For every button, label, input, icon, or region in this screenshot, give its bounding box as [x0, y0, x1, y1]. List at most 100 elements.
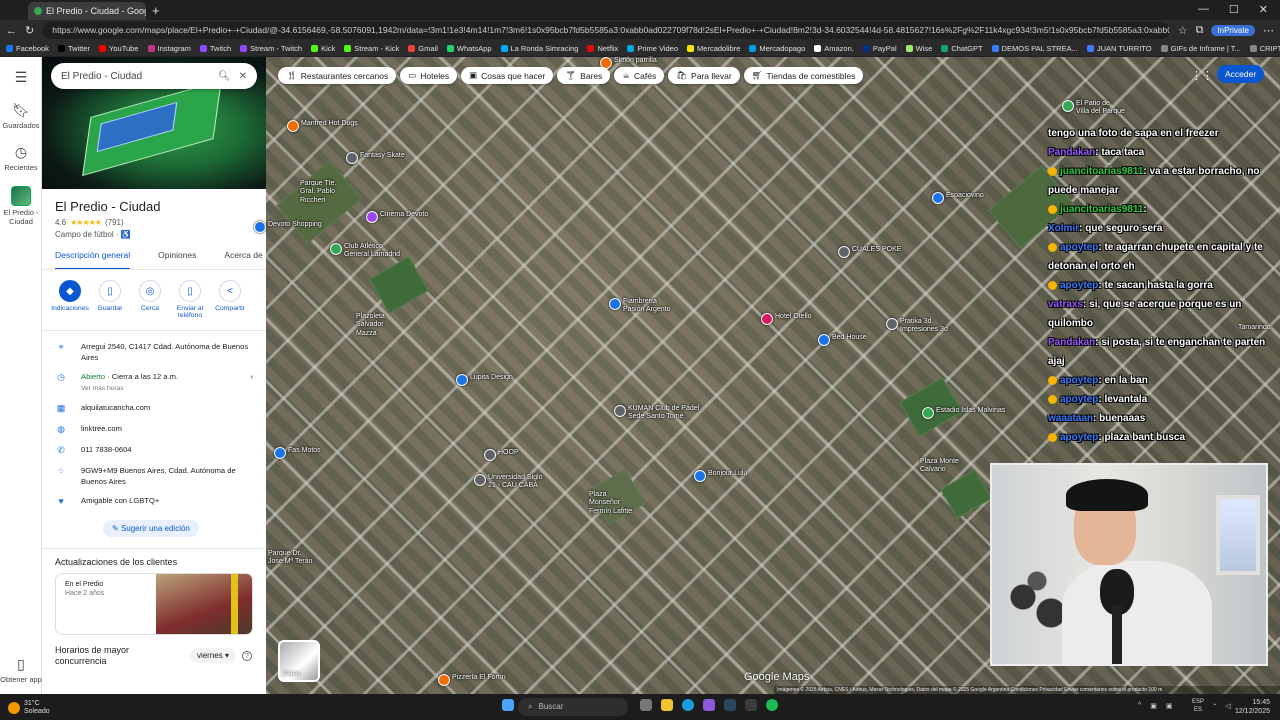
volume-icon[interactable]: ◁	[1225, 702, 1230, 710]
map-label-espaciovino[interactable]: Espaciovino	[946, 192, 984, 200]
otello-pin-icon[interactable]	[761, 313, 773, 325]
more-hours-link[interactable]: Ver más horas	[81, 385, 124, 392]
bookmark-item[interactable]: WhatsApp	[446, 44, 492, 53]
map-label-devoto[interactable]: Devoto Shopping	[268, 221, 322, 229]
map-label-bonjour[interactable]: Bonjour Lulú	[708, 470, 747, 478]
category-chip[interactable]: ☕︎ Cafés	[614, 67, 665, 84]
map-label-terreros[interactable]: Parque Dr. Jose Mª Terán	[268, 550, 312, 567]
category-chip[interactable]: 🛒︎ Tiendas de comestibles	[743, 67, 864, 84]
manfred-pin-icon[interactable]	[287, 120, 299, 132]
maximize-icon[interactable]: ☐	[1229, 3, 1239, 16]
bookmark-item[interactable]: PayPal	[862, 44, 897, 53]
clock[interactable]: 15:45 12/12/2025	[1235, 698, 1270, 716]
espaciovino-pin-icon[interactable]	[932, 192, 944, 204]
review-count[interactable]: (791)	[105, 218, 124, 227]
lupita-pin-icon[interactable]	[456, 374, 468, 386]
discord-icon[interactable]	[703, 699, 715, 711]
browser-tab[interactable]: El Predio - Ciudad - Google Maps ✕	[28, 2, 146, 20]
help-icon[interactable]: ?	[242, 650, 252, 661]
star-icon[interactable]: ☆	[1178, 24, 1188, 37]
get-app-button[interactable]: ▯ Obtener app	[0, 656, 42, 684]
recent-button[interactable]: ◷ Recientes	[0, 144, 42, 172]
bookmark-item[interactable]: Kick	[311, 44, 335, 53]
bookmark-item[interactable]: CRIPTO	[1249, 44, 1280, 53]
category-chip[interactable]: ▣ Cosas que hacer	[461, 67, 554, 84]
edge-icon[interactable]	[682, 699, 694, 711]
address-row[interactable]: ⌖ Arregui 2540, C1417 Cdad. Autónoma de B…	[42, 337, 266, 367]
category-chip[interactable]: ▭ Hoteles	[400, 67, 458, 84]
map-label-otello[interactable]: Hotel Otello	[775, 313, 812, 321]
apps-grid-icon[interactable]: ⋮⋮	[1191, 69, 1213, 82]
plus-code-row[interactable]: ⁘ 9GW9+M9 Buenos Aires, Cdad. Autónoma de…	[42, 461, 266, 491]
bookmark-item[interactable]: Prime Video	[627, 44, 678, 53]
file-explorer-icon[interactable]	[661, 699, 673, 711]
booking-link[interactable]: alquilatucancha.com	[81, 402, 150, 415]
map-label-kuman[interactable]: KUMAN Club de Pádel Sede Santo Tomé	[628, 405, 699, 422]
search-input[interactable]	[61, 70, 210, 82]
website-link[interactable]: linktree.com	[81, 423, 122, 436]
fiambreria-pin-icon[interactable]	[609, 298, 621, 310]
website-row[interactable]: ▦ alquilatucancha.com	[42, 398, 266, 419]
bookmark-item[interactable]: GIFs de Inframe | T...	[1160, 44, 1241, 53]
map-label-fiambreria[interactable]: Fiambrería Pasión Argento	[623, 298, 670, 315]
menu-button[interactable]: ☰	[0, 69, 42, 86]
pratika-pin-icon[interactable]	[886, 318, 898, 330]
map-label-cinema[interactable]: Cinema Devoto	[380, 211, 428, 219]
cinema-pin-icon[interactable]	[366, 211, 378, 223]
spotify-icon[interactable]	[766, 699, 778, 711]
bookmark-item[interactable]: Twitch	[199, 44, 231, 53]
language-indicator[interactable]: ESP ES	[1192, 698, 1204, 714]
bookmark-item[interactable]: Mercadolibre	[687, 44, 740, 53]
bookmark-item[interactable]: Stream - Twitch	[240, 44, 302, 53]
bookmark-item[interactable]: Gmail	[408, 44, 438, 53]
bookmark-item[interactable]: ChatGPT	[941, 44, 983, 53]
map-label-fantasy[interactable]: Fantasy Skate	[360, 152, 405, 160]
bookmark-item[interactable]: Wise	[905, 44, 932, 53]
back-icon[interactable]: ←	[6, 25, 17, 37]
bookmark-item[interactable]: Amazon.	[814, 44, 854, 53]
start-icon[interactable]	[502, 699, 514, 711]
steam-icon[interactable]	[724, 699, 736, 711]
extensions-icon[interactable]: ⧉	[1196, 24, 1204, 37]
sign-in-button[interactable]: Acceder	[1217, 65, 1265, 83]
hours-row[interactable]: ◷ Abierto · Cierra a las 12 a.m. Ver más h…	[42, 367, 266, 398]
map-label-plazoleta[interactable]: Plazoleta Salvador Mazza	[356, 313, 385, 338]
game-icon[interactable]	[745, 699, 757, 711]
cuales-pin-icon[interactable]	[838, 246, 850, 258]
map-label-plaza[interactable]: Plaza Monseñor Fermín Lafitte	[589, 491, 632, 516]
map-label-pratika[interactable]: Pratika 3d Impresiones 3d	[900, 318, 948, 335]
map-label-parque[interactable]: Parque Tte. Gral. Pablo Riccheri	[300, 180, 336, 205]
category-chip[interactable]: 🍴︎ Restaurantes cercanos	[278, 67, 397, 84]
taskbar-search[interactable]: ⌕ Buscar	[518, 698, 628, 716]
bonjour-pin-icon[interactable]	[694, 470, 706, 482]
pizzeria-pin-icon[interactable]	[438, 674, 450, 686]
suggest-edit-button[interactable]: ✎ Sugerir una edición	[103, 519, 199, 537]
map-label-pizzeria[interactable]: Pizzería El Fortín	[452, 674, 506, 682]
map-label-bedhouse[interactable]: Bed House	[832, 334, 867, 342]
bookmark-item[interactable]: Facebook	[6, 44, 49, 53]
day-select[interactable]: viernes ▾	[189, 648, 236, 664]
send-to-phone-button[interactable]: ▯ Enviar al teléfono	[170, 280, 210, 319]
map-label-fasmotos[interactable]: Fas Motos	[288, 447, 321, 455]
bookmark-item[interactable]: La Ronda Simracing	[500, 44, 578, 53]
bookmark-item[interactable]: Netflix	[587, 44, 618, 53]
tray-chevron-icon[interactable]: ^	[1138, 702, 1141, 710]
wifi-icon[interactable]: ◔	[1212, 702, 1216, 710]
tab-reviews[interactable]: Opiniones	[158, 250, 196, 269]
tab-overview[interactable]: Descripción general	[55, 250, 131, 269]
universidad-pin-icon[interactable]	[474, 474, 486, 486]
fasmotos-pin-icon[interactable]	[274, 447, 286, 459]
map-label-patio[interactable]: El Patio de Villa del Parque	[1076, 100, 1125, 117]
inprivate-badge[interactable]: InPrivate	[1211, 25, 1255, 36]
kuman-pin-icon[interactable]	[614, 405, 626, 417]
save-button[interactable]: ▯ Guardar	[90, 280, 130, 319]
search-icon[interactable]: 🔍︎	[218, 71, 231, 82]
map-label-hoop[interactable]: HOOP	[498, 449, 519, 457]
chevron-right-icon[interactable]: ›	[250, 371, 253, 394]
task-view-icon[interactable]	[640, 699, 652, 711]
map-label-lamadrid[interactable]: Club Atlético General Lamadrid	[344, 243, 400, 260]
phone-row[interactable]: ✆ 011 7838-0604	[42, 440, 266, 461]
recent-place-button[interactable]: El Predio - Ciudad	[0, 186, 42, 226]
url-field[interactable]: https://www.google.com/maps/place/El+Pre…	[42, 22, 1170, 39]
category-chip[interactable]: 🛍︎ Para llevar	[668, 67, 740, 84]
